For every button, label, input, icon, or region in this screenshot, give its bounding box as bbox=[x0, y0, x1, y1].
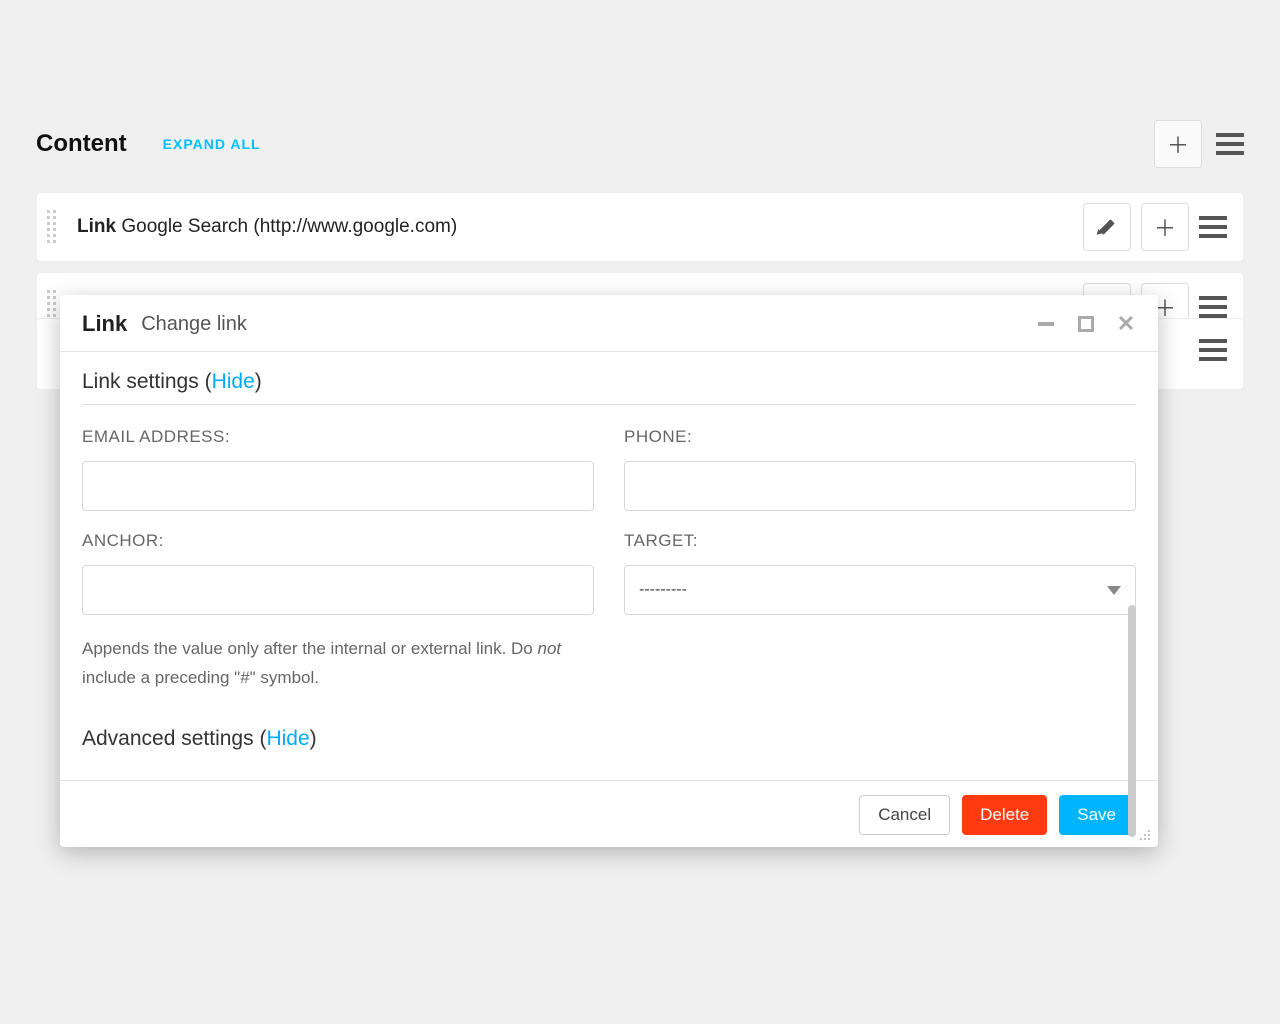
row-actions bbox=[1199, 333, 1227, 367]
content-header: Content EXPAND ALL ＋ bbox=[36, 120, 1244, 168]
resize-handle-icon[interactable] bbox=[1140, 830, 1154, 844]
delete-button[interactable]: Delete bbox=[962, 795, 1047, 835]
row-menu-button[interactable] bbox=[1199, 210, 1227, 244]
email-label: EMAIL ADDRESS: bbox=[82, 427, 594, 447]
maximize-button[interactable] bbox=[1076, 314, 1096, 334]
target-label: TARGET: bbox=[624, 531, 1136, 551]
link-settings-form: EMAIL ADDRESS: PHONE: ANCHOR: TARGET: --… bbox=[82, 427, 1136, 615]
content-row[interactable]: Link Google Search (http://www.google.co… bbox=[36, 192, 1244, 262]
target-field-group: TARGET: --------- bbox=[624, 531, 1136, 615]
section-label: Link settings bbox=[82, 370, 199, 393]
phone-label: PHONE: bbox=[624, 427, 1136, 447]
edit-link-modal: Link Change link ✕ Link settings (Hide) … bbox=[60, 295, 1158, 847]
row-add-button[interactable]: ＋ bbox=[1141, 203, 1189, 251]
page-title: Content bbox=[36, 130, 127, 158]
modal-titlebar: Link Change link ✕ bbox=[60, 295, 1158, 351]
minimize-icon bbox=[1038, 322, 1054, 326]
close-button[interactable]: ✕ bbox=[1116, 314, 1136, 334]
cancel-button[interactable]: Cancel bbox=[859, 795, 950, 835]
modal-footer: Cancel Delete Save bbox=[60, 780, 1158, 847]
hide-link[interactable]: Hide bbox=[266, 727, 309, 750]
menu-button[interactable] bbox=[1216, 127, 1244, 161]
save-button[interactable]: Save bbox=[1059, 795, 1134, 835]
row-text: Google Search (http://www.google.com) bbox=[121, 216, 457, 237]
section-label: Advanced settings bbox=[82, 727, 254, 750]
anchor-input[interactable] bbox=[82, 565, 594, 615]
hide-link[interactable]: Hide bbox=[212, 370, 255, 393]
row-type: Link bbox=[77, 216, 116, 237]
anchor-label: ANCHOR: bbox=[82, 531, 594, 551]
header-actions: ＋ bbox=[1154, 120, 1244, 168]
minimize-button[interactable] bbox=[1036, 314, 1056, 334]
row-label: Link Google Search (http://www.google.co… bbox=[77, 216, 457, 238]
divider bbox=[82, 404, 1136, 405]
target-selected-value: --------- bbox=[639, 581, 687, 599]
plus-icon: ＋ bbox=[1154, 211, 1176, 243]
modal-subtitle: Change link bbox=[141, 313, 247, 336]
maximize-icon bbox=[1078, 316, 1094, 332]
expand-all-link[interactable]: EXPAND ALL bbox=[163, 136, 261, 152]
modal-title: Link bbox=[82, 311, 127, 337]
plus-icon: ＋ bbox=[1167, 128, 1189, 160]
pencil-icon bbox=[1098, 218, 1116, 236]
advanced-settings-header: Advanced settings (Hide) bbox=[82, 727, 1136, 751]
edit-button[interactable] bbox=[1083, 203, 1131, 251]
anchor-field-group: ANCHOR: bbox=[82, 531, 594, 615]
email-field-group: EMAIL ADDRESS: bbox=[82, 427, 594, 511]
chevron-down-icon bbox=[1107, 586, 1121, 595]
phone-input[interactable] bbox=[624, 461, 1136, 511]
scrollbar[interactable] bbox=[1128, 605, 1136, 837]
row-menu-button[interactable] bbox=[1199, 333, 1227, 367]
email-input[interactable] bbox=[82, 461, 594, 511]
modal-body: Link settings (Hide) EMAIL ADDRESS: PHON… bbox=[60, 352, 1158, 780]
drag-handle-icon[interactable] bbox=[47, 210, 67, 244]
close-icon: ✕ bbox=[1117, 311, 1135, 337]
link-settings-header: Link settings (Hide) bbox=[82, 370, 1136, 394]
anchor-help-text: Appends the value only after the interna… bbox=[82, 635, 582, 693]
phone-field-group: PHONE: bbox=[624, 427, 1136, 511]
target-select[interactable]: --------- bbox=[624, 565, 1136, 615]
window-controls: ✕ bbox=[1036, 314, 1136, 334]
add-button[interactable]: ＋ bbox=[1154, 120, 1202, 168]
row-actions: ＋ bbox=[1083, 203, 1227, 251]
